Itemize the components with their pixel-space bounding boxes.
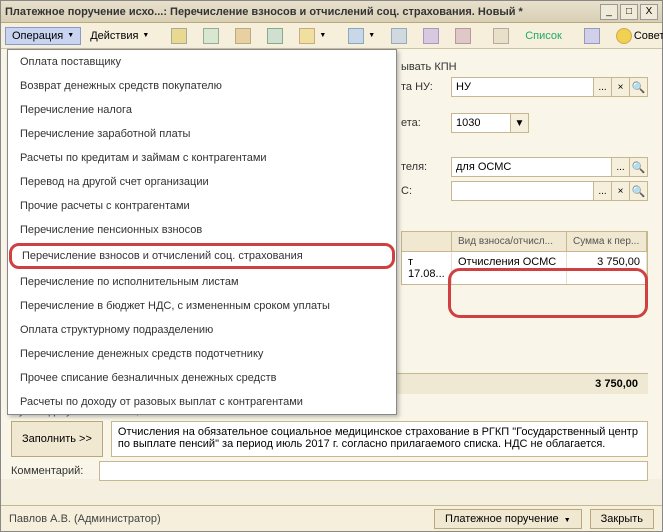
menu-item[interactable]: Прочее списание безналичных денежных сре… [8, 366, 396, 390]
toolbar-icon-5[interactable]: ▼ [292, 25, 333, 47]
table-row[interactable]: т 17.08... Отчисления ОСМС 3 750,00 [402, 252, 647, 284]
account-input[interactable]: 1030 [451, 113, 511, 133]
select-button[interactable]: ... [594, 181, 612, 201]
table-header-row: Вид взноса/отчисл... Сумма к пер... [402, 232, 647, 252]
menu-item[interactable]: Перечисление денежных средств подотчетни… [8, 342, 396, 366]
recipient-label: теля: [401, 161, 445, 173]
actions-label: Действия [90, 30, 138, 42]
status-user: Павлов А.В. (Администратор) [9, 513, 426, 525]
toolbar-icon-4[interactable] [260, 25, 290, 47]
list-label: Список [525, 30, 562, 42]
search-button[interactable]: 🔍 [630, 181, 648, 201]
menu-item[interactable]: Оплата поставщику [8, 50, 396, 74]
code-label: С: [401, 185, 445, 197]
recipient-input[interactable]: для ОСМС [451, 157, 612, 177]
tips-label: Советы [634, 30, 663, 42]
search-icon: 🔍 [632, 161, 646, 174]
menu-item[interactable]: Перечисление по исполнительным листам [8, 270, 396, 294]
chevron-down-icon: ▼ [67, 32, 74, 39]
close-button[interactable]: X [640, 4, 658, 20]
comment-input[interactable] [99, 461, 648, 481]
search-button[interactable]: 🔍 [630, 157, 648, 177]
menu-item[interactable]: Перечисление налога [8, 98, 396, 122]
contributions-table: Вид взноса/отчисл... Сумма к пер... т 17… [401, 231, 648, 285]
close-form-button[interactable]: Закрыть [590, 509, 654, 529]
toolbar: Операция ▼ Действия ▼ ▼ ▼ Список Советы [1, 23, 662, 49]
window-title: Платежное поручение исхо...: Перечислени… [5, 6, 598, 18]
dt-icon [455, 28, 471, 44]
menu-item[interactable]: Перевод на другой счет организации [8, 170, 396, 194]
col-type[interactable]: Вид взноса/отчисл... [452, 232, 567, 252]
star-icon [299, 28, 315, 44]
document-icon [171, 28, 187, 44]
description-textarea[interactable]: Отчисления на обязательное социальное ме… [111, 421, 648, 457]
menu-item[interactable]: Расчеты по доходу от разовых выплат с ко… [8, 390, 396, 414]
total-amount: 3 750,00 [595, 378, 638, 390]
chevron-down-icon: ▼ [142, 32, 149, 39]
payment-order-button[interactable]: Платежное поручение ▼ [434, 509, 582, 529]
fill-button[interactable]: Заполнить >> [11, 421, 103, 457]
menu-item[interactable]: Перечисление пенсионных взносов [8, 218, 396, 242]
menu-item-selected[interactable]: Перечисление взносов и отчислений соц. с… [9, 243, 395, 269]
select-button[interactable]: ... [612, 157, 630, 177]
sheet-icon [203, 28, 219, 44]
toolbar-icon-7[interactable] [384, 25, 414, 47]
statusbar: Павлов А.В. (Администратор) Платежное по… [1, 505, 662, 531]
menu-item[interactable]: Перечисление заработной платы [8, 122, 396, 146]
operation-label: Операция [12, 30, 63, 42]
toolbar-icon-6[interactable]: ▼ [341, 25, 382, 47]
menu-item[interactable]: Перечисление в бюджет НДС, с измененным … [8, 294, 396, 318]
tips-button[interactable]: Советы [609, 25, 663, 47]
account-label: ета: [401, 117, 445, 129]
menu-item[interactable]: Прочие расчеты с контрагентами [8, 194, 396, 218]
clear-button[interactable]: × [612, 77, 630, 97]
code-input[interactable] [451, 181, 594, 201]
col-amount[interactable]: Сумма к пер... [567, 232, 647, 252]
toolbar-icon-8[interactable] [416, 25, 446, 47]
operation-menu-button[interactable]: Операция ▼ [5, 27, 81, 45]
chevron-down-icon: ▼ [368, 32, 375, 39]
actions-menu-button[interactable]: Действия ▼ [83, 27, 156, 45]
operation-dropdown: Оплата поставщику Возврат денежных средс… [7, 49, 397, 415]
comment-label: Комментарий: [11, 465, 91, 477]
toolbar-icon-9[interactable] [448, 25, 478, 47]
search-icon: 🔍 [632, 81, 646, 94]
kpn-label: ывать КПН [401, 61, 457, 73]
nu-label: та НУ: [401, 81, 445, 93]
menu-item[interactable]: Расчеты по кредитам и займам с контраген… [8, 146, 396, 170]
minimize-button[interactable]: _ [600, 4, 618, 20]
select-button[interactable]: ... [594, 77, 612, 97]
toolbar-icon-1[interactable] [164, 25, 194, 47]
folder-icon [235, 28, 251, 44]
account-dropdown[interactable]: ▼ [511, 113, 529, 133]
clear-button[interactable]: × [612, 181, 630, 201]
col-date[interactable] [402, 232, 452, 252]
list-button[interactable]: Список [518, 27, 569, 45]
toolbar-icon-2[interactable] [196, 25, 226, 47]
maximize-button[interactable]: □ [620, 4, 638, 20]
titlebar: Платежное поручение исхо...: Перечислени… [1, 1, 662, 23]
tree-icon [584, 28, 600, 44]
chevron-down-icon: ▼ [319, 32, 326, 39]
search-icon: 🔍 [632, 185, 646, 198]
grid-icon [423, 28, 439, 44]
menu-item[interactable]: Оплата структурному подразделению [8, 318, 396, 342]
list-icon [391, 28, 407, 44]
menu-item[interactable]: Возврат денежных средств покупателю [8, 74, 396, 98]
bulb-icon [616, 28, 632, 44]
toolbar-icon-11[interactable] [577, 25, 607, 47]
search-button[interactable]: 🔍 [630, 77, 648, 97]
go-icon [348, 28, 364, 44]
copy-icon [267, 28, 283, 44]
toolbar-icon-3[interactable] [228, 25, 258, 47]
cell-amount: 3 750,00 [567, 252, 647, 284]
cell-type: Отчисления ОСМС [452, 252, 567, 284]
cell-date: т 17.08... [402, 252, 452, 284]
note-icon [493, 28, 509, 44]
toolbar-icon-10[interactable] [486, 25, 516, 47]
nu-input[interactable]: НУ [451, 77, 594, 97]
